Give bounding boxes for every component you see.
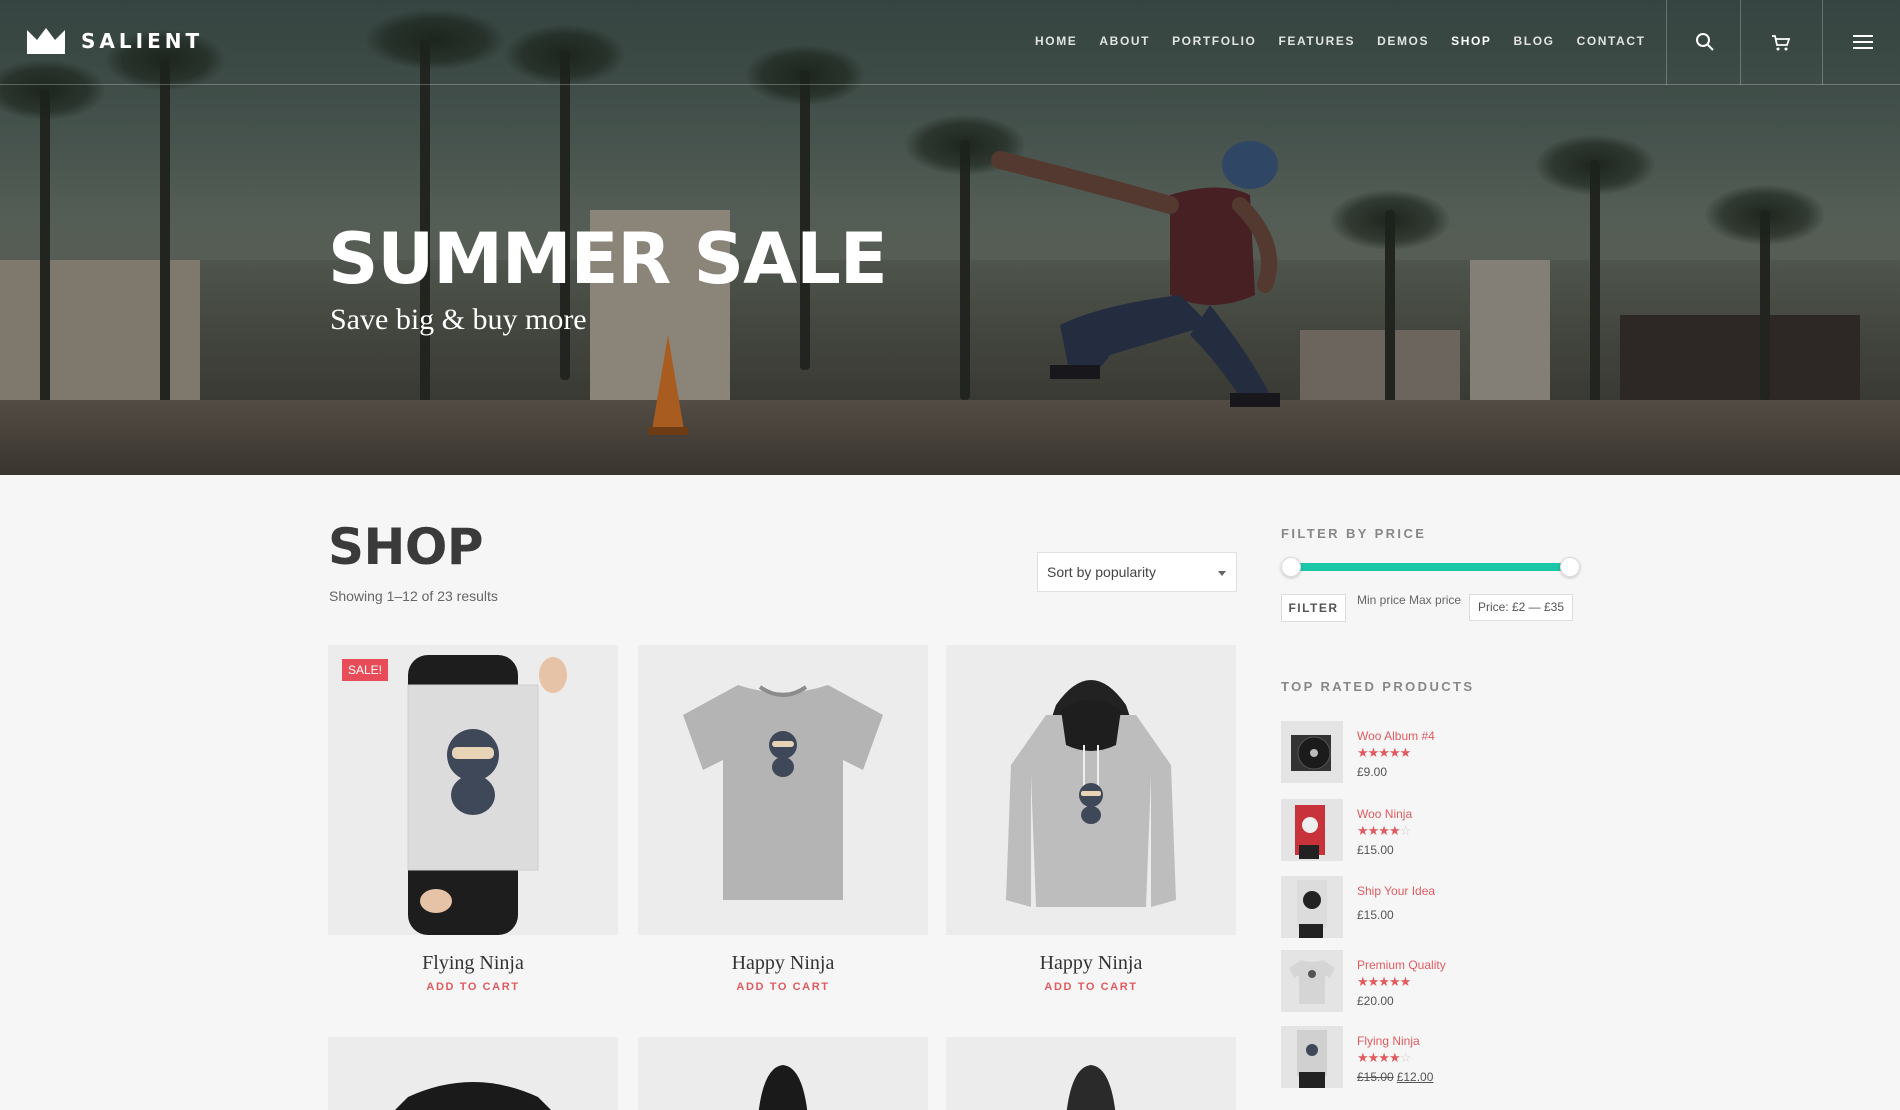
star-rating: ★★★★★ [1357,745,1411,760]
logo[interactable]: SALIENT [27,28,203,54]
product-image[interactable] [328,1037,618,1110]
poster-ninja-image [407,655,567,935]
cart-icon[interactable] [1769,30,1793,54]
top-rated-item[interactable]: Woo Ninja ★★★★☆ £15.00 [1281,799,1581,861]
nav-item-shop[interactable]: SHOP [1451,34,1491,48]
top-rated-name[interactable]: Flying Ninja [1357,1034,1420,1048]
top-navigation: SALIENT HOME ABOUT PORTFOLIO FEATURES DE… [0,0,1900,85]
brand-name: SALIENT [81,29,204,53]
nav-divider [1822,0,1823,85]
top-rated-price: £15.00 [1357,843,1394,857]
top-rated-item[interactable]: Flying Ninja ★★★★☆ £15.00 £12.00 [1281,1026,1581,1088]
product-image[interactable] [638,645,928,935]
add-to-cart-button[interactable]: ADD TO CART [946,981,1236,993]
top-rated-item[interactable]: Ship Your Idea £15.00 [1281,876,1581,938]
min-max-price-label: Min price Max price [1357,593,1462,607]
price-range-label: Price: £2 — £35 [1469,594,1573,621]
product-image[interactable] [638,1037,928,1110]
nav-item-about[interactable]: ABOUT [1099,34,1150,48]
poster-image [1297,1030,1327,1088]
product-image[interactable] [946,645,1236,935]
filter-button[interactable]: FILTER [1281,594,1346,622]
chevron-down-icon [1218,571,1226,576]
hero-title: SUMMER SALE [328,218,888,300]
star-rating: ★★★★★ [1357,974,1411,989]
old-price: £15.00 [1357,1070,1394,1084]
tshirt-image [395,1082,551,1110]
sale-badge: SALE! [342,659,389,681]
hero-subtitle: Save big & buy more [330,303,587,336]
top-rated-price: £15.00 £12.00 [1357,1070,1433,1084]
tshirt-image [1289,960,1335,1004]
nav-divider [1666,0,1667,85]
sort-select[interactable]: Sort by popularity [1037,552,1237,592]
nav-divider [1740,0,1741,85]
star-rating: ★★★★☆ [1357,1050,1411,1065]
sale-price: £12.00 [1396,1070,1434,1084]
crown-logo-icon [27,28,65,54]
nav-item-features[interactable]: FEATURES [1278,34,1355,48]
top-rated-item[interactable]: Woo Album #4 ★★★★★ £9.00 [1281,721,1581,783]
top-rated-item[interactable]: Premium Quality ★★★★★ £20.00 [1281,950,1581,1012]
add-to-cart-button[interactable]: ADD TO CART [328,981,618,993]
top-rated-price: £15.00 [1357,908,1394,922]
album-image [1291,735,1331,771]
hoodie-image [1066,1065,1116,1110]
product-card[interactable]: Happy Ninja ADD TO CART [946,645,1236,993]
product-image[interactable]: SALE! [328,645,618,935]
product-image[interactable] [946,1037,1236,1110]
product-thumbnail[interactable] [1281,876,1343,938]
product-card[interactable] [328,1037,618,1110]
main-menu: HOME ABOUT PORTFOLIO FEATURES DEMOS SHOP… [1035,34,1668,48]
nav-item-portfolio[interactable]: PORTFOLIO [1172,34,1256,48]
top-rated-price: £9.00 [1357,765,1388,779]
hoodie-ninja-image [1006,680,1176,907]
product-card[interactable] [638,1037,928,1110]
add-to-cart-button[interactable]: ADD TO CART [638,981,928,993]
product-name[interactable]: Flying Ninja [328,952,618,975]
product-name[interactable]: Happy Ninja [638,952,928,975]
results-count: Showing 1–12 of 23 results [329,588,498,604]
product-card[interactable]: Happy Ninja ADD TO CART [638,645,928,993]
nav-item-blog[interactable]: BLOG [1514,34,1555,48]
price-slider-max-handle[interactable] [1560,557,1580,577]
product-card[interactable] [946,1037,1236,1110]
product-thumbnail[interactable] [1281,1026,1343,1088]
top-rated-heading: TOP RATED PRODUCTS [1281,679,1475,694]
top-rated-name[interactable]: Woo Ninja [1357,807,1412,821]
top-rated-name[interactable]: Premium Quality [1357,958,1446,972]
top-rated-name[interactable]: Ship Your Idea [1357,884,1435,898]
price-slider-min-handle[interactable] [1281,557,1301,577]
product-thumbnail[interactable] [1281,721,1343,783]
product-thumbnail[interactable] [1281,799,1343,861]
product-card[interactable]: SALE! Flying Ninja ADD TO CART [328,645,618,993]
sort-selected-value: Sort by popularity [1047,564,1156,580]
page-title: SHOP [328,518,484,576]
star-rating: ★★★★☆ [1357,823,1411,838]
nav-item-demos[interactable]: DEMOS [1377,34,1429,48]
hoodie-image [758,1065,808,1110]
product-thumbnail[interactable] [1281,950,1343,1012]
skull-poster-image [1297,880,1327,938]
filter-heading: FILTER BY PRICE [1281,526,1427,541]
menu-icon[interactable] [1851,30,1875,54]
tshirt-ninja-image [683,685,883,900]
red-poster-image [1295,805,1325,859]
nav-item-home[interactable]: HOME [1035,34,1077,48]
price-slider-track[interactable] [1290,563,1570,571]
search-icon[interactable] [1693,30,1717,54]
product-name[interactable]: Happy Ninja [946,952,1236,975]
top-rated-price: £20.00 [1357,994,1394,1008]
nav-item-contact[interactable]: CONTACT [1577,34,1646,48]
top-rated-name[interactable]: Woo Album #4 [1357,729,1435,743]
